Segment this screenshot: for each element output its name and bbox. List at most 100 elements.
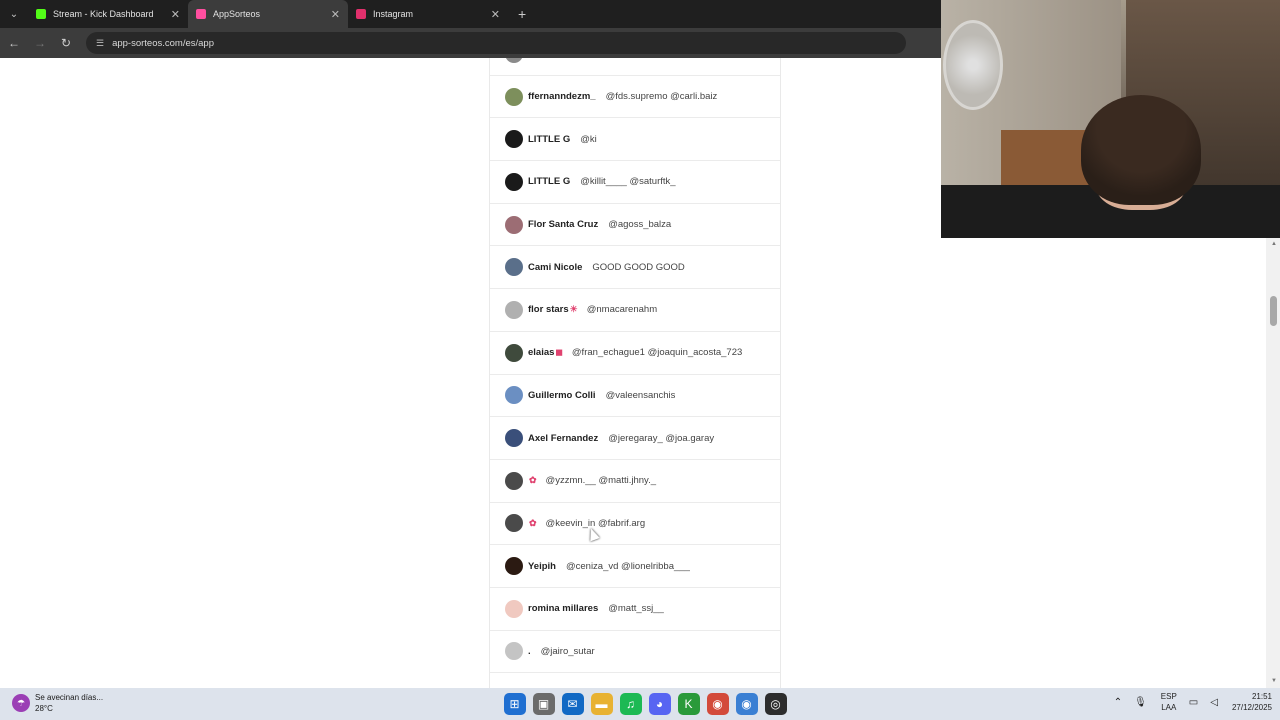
- comment-username: flor stars☀: [528, 304, 578, 315]
- webcam-chair: [1001, 130, 1091, 190]
- username-emoji: ✿: [529, 475, 537, 486]
- tab-search-icon[interactable]: ⌄: [0, 0, 28, 28]
- username-emoji: ◼: [555, 347, 563, 358]
- scrollbar-thumb[interactable]: [1270, 296, 1277, 326]
- comment-row: Guillermo Colli @valeensanchis: [490, 375, 780, 418]
- forward-button[interactable]: →: [28, 31, 52, 55]
- weather-temperature: 28°C: [35, 704, 53, 713]
- comment-text: @tomicast1 @brn.e9: [587, 58, 677, 59]
- comment-text: @yzzmn.__ @matti.jhny._: [545, 475, 656, 487]
- tab-favicon-icon: [356, 9, 366, 19]
- username-text: elaias: [528, 347, 555, 359]
- reload-button[interactable]: ↻: [54, 31, 78, 55]
- comment-row: Flor Santa Cruz @agoss_balza: [490, 204, 780, 247]
- scroll-up-icon[interactable]: ▲: [1271, 241, 1277, 247]
- file-explorer-icon[interactable]: ▬: [590, 693, 613, 715]
- chrome-icon[interactable]: ◉: [706, 693, 729, 715]
- clock[interactable]: 21:51 27/12/2025: [1232, 691, 1272, 713]
- avatar: [505, 514, 523, 533]
- outlook-icon[interactable]: ✉: [561, 693, 584, 715]
- avatar: [505, 58, 523, 63]
- avatar: [505, 386, 523, 405]
- spotify-icon[interactable]: ♫: [619, 693, 642, 715]
- avatar: [505, 258, 523, 277]
- task-view-icon[interactable]: ▣: [532, 693, 555, 715]
- comment-row: Cami Nicole GOOD GOOD GOOD: [490, 246, 780, 290]
- browser-tab[interactable]: Instagram ✕: [348, 0, 508, 28]
- volume-icon[interactable]: ◁: [1210, 697, 1218, 708]
- username-text: romina millares: [528, 603, 599, 615]
- site-info-icon[interactable]: ☰: [96, 38, 104, 49]
- comment-row: Yeipih @ceniza_vd @lionelribba___: [490, 545, 780, 588]
- comment-text: @fran_echague1 @joaquin_acosta_723: [571, 347, 743, 359]
- comment-username: LITTLE G: [528, 134, 571, 145]
- address-bar[interactable]: ☰ app-sorteos.com/es/app: [86, 32, 906, 54]
- webcam-fan: [943, 20, 1003, 110]
- username-text: Axel Fernandez: [528, 432, 599, 444]
- comment-text: GOOD GOOD GOOD: [592, 261, 685, 273]
- close-tab-icon[interactable]: ✕: [331, 8, 340, 21]
- close-tab-icon[interactable]: ✕: [491, 8, 500, 21]
- comment-row: Fran Rossi @tomicast1 @brn.e9: [490, 58, 780, 76]
- taskbar-apps: ⊞ ▣ ✉ ▬ ♫ ◕ K ◉ ◉ ◎: [500, 693, 790, 715]
- avatar: [505, 130, 523, 149]
- discord-icon[interactable]: ◕: [648, 693, 671, 715]
- language-indicator[interactable]: ESP LAA: [1161, 691, 1177, 713]
- comment-list: Fran Rossi @tomicast1 @brn.e9 ffernanndezm…: [489, 58, 781, 688]
- avatar: [505, 215, 523, 234]
- keyboard-layout: LAA: [1161, 703, 1177, 712]
- tab-title: AppSorteos: [213, 9, 261, 19]
- weather-widget[interactable]: ☂ Se avecinan días... 28°C: [12, 692, 103, 714]
- url-text: app-sorteos.com/es/app: [112, 37, 214, 49]
- comment-row: Axel Fernandez @jeregaray_ @joa.garay: [490, 417, 780, 460]
- back-button[interactable]: ←: [2, 31, 26, 55]
- comment-username: LITTLE G: [528, 176, 571, 187]
- username-text: LITTLE G: [528, 176, 571, 188]
- comment-username: ffernanndezm_: [528, 91, 597, 102]
- comment-text: @agoss_balza: [608, 219, 672, 231]
- browser-tab[interactable]: AppSorteos ✕: [188, 0, 348, 28]
- microphone-icon[interactable]: 🎙: [1134, 697, 1147, 708]
- chrome-alt-icon[interactable]: ◉: [735, 693, 758, 715]
- username-text: LITTLE G: [528, 133, 571, 145]
- comment-text: @killit____ @saturftk_: [580, 176, 676, 188]
- comment-text: @valeensanchis: [605, 389, 676, 401]
- avatar: [505, 429, 523, 448]
- avatar: [505, 172, 523, 191]
- username-text: Yeipih: [528, 560, 556, 572]
- comment-row: elaias◼ @fran_echague1 @joaquin_acosta_72…: [490, 332, 780, 375]
- tab-favicon-icon: [196, 9, 206, 19]
- new-tab-button[interactable]: +: [518, 6, 526, 22]
- username-text: flor stars: [528, 304, 569, 316]
- username-emoji: ✿: [529, 517, 537, 528]
- comment-username: Guillermo Colli: [528, 390, 597, 401]
- username-emoji: ☀: [569, 304, 578, 315]
- comment-username: .: [528, 646, 532, 657]
- tab-title: Instagram: [373, 9, 414, 19]
- kick-icon[interactable]: K: [677, 693, 700, 715]
- comment-row: flor stars☀ @nmacarenahm: [490, 289, 780, 332]
- comment-row: ✿ @yzzmn.__ @matti.jhny._: [490, 460, 780, 503]
- weather-summary: Se avecinan días...: [35, 693, 104, 702]
- comment-username: Axel Fernandez: [528, 433, 599, 444]
- clock-time: 21:51: [1251, 692, 1272, 701]
- avatar: [505, 471, 523, 490]
- language-code: ESP: [1160, 692, 1177, 701]
- comment-username: elaias◼: [528, 347, 563, 358]
- scroll-down-icon[interactable]: ▼: [1271, 678, 1277, 684]
- system-tray: ⌃ 🎙 ESP LAA ▭ ◁ 21:51 27/12/2025: [1102, 691, 1272, 713]
- username-text: Cami Nicole: [528, 261, 583, 273]
- comment-text: @matt_ssj__: [608, 603, 664, 615]
- avatar: [505, 642, 523, 661]
- windows-start-icon[interactable]: ⊞: [503, 693, 526, 715]
- obs-icon[interactable]: ◎: [764, 693, 787, 715]
- close-tab-icon[interactable]: ✕: [171, 8, 180, 21]
- avatar: [505, 343, 523, 362]
- username-text: ffernanndezm_: [528, 91, 596, 103]
- network-icon[interactable]: ▭: [1189, 697, 1198, 708]
- comment-username: romina millares: [528, 603, 599, 614]
- browser-tab[interactable]: Stream - Kick Dashboard ✕: [28, 0, 188, 28]
- chevron-up-icon[interactable]: ⌃: [1114, 697, 1122, 708]
- comment-text: @fds.supremo @carli.baiz: [605, 91, 718, 103]
- comment-username: ✿: [528, 475, 537, 486]
